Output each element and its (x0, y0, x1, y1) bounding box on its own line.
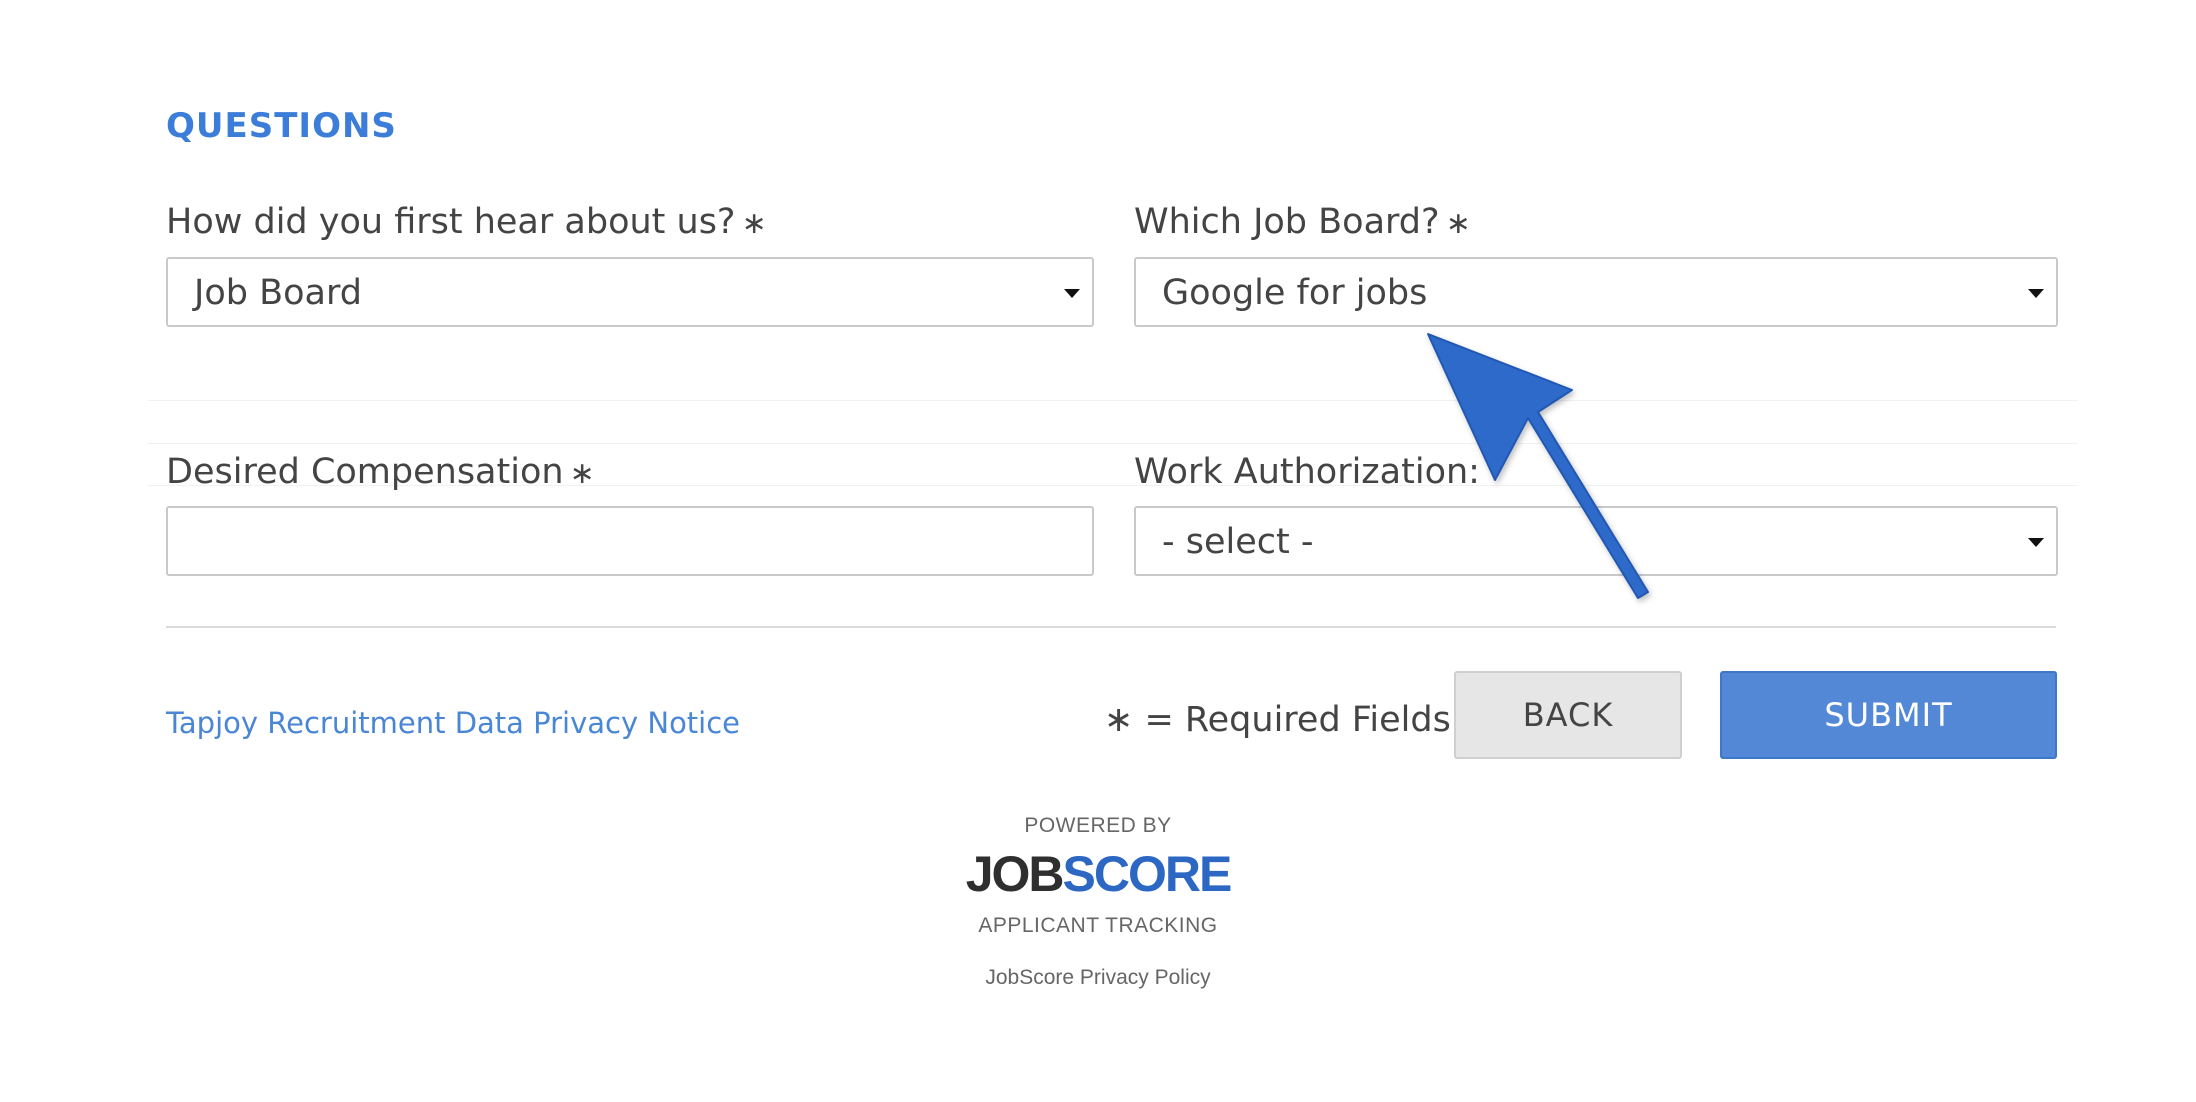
jobscore-logo[interactable]: JOBSCORE (0, 844, 2196, 904)
privacy-notice-link[interactable]: Tapjoy Recruitment Data Privacy Notice (166, 706, 740, 740)
job-board-value: Google for jobs (1162, 273, 1428, 313)
back-button[interactable]: BACK (1454, 671, 1682, 759)
compensation-label: Desired Compensation ∗ (166, 452, 595, 492)
compensation-label-text: Desired Compensation (166, 452, 564, 492)
chevron-down-icon (2028, 289, 2044, 298)
row-separator (148, 443, 2078, 444)
form-divider (166, 626, 2056, 628)
required-mark: ∗ (569, 456, 595, 491)
job-board-label-text: Which Job Board? (1134, 202, 1440, 242)
arrow-pointer-icon (1427, 333, 1649, 599)
required-mark: ∗ (1445, 206, 1471, 241)
hear-about-label: How did you first hear about us? ∗ (166, 202, 767, 242)
chevron-down-icon (2028, 538, 2044, 547)
work-auth-value: - select - (1162, 522, 1314, 562)
hear-about-value: Job Board (194, 273, 362, 313)
required-mark: ∗ (741, 206, 767, 241)
jobscore-privacy-link[interactable]: JobScore Privacy Policy (0, 966, 2196, 990)
section-title: QUESTIONS (166, 106, 397, 146)
chevron-down-icon (1064, 289, 1080, 298)
logo-score: SCORE (1062, 846, 1233, 902)
applicant-tracking-tagline: APPLICANT TRACKING (978, 914, 1218, 937)
application-form-page: QUESTIONS How did you first hear about u… (0, 0, 2196, 1102)
job-board-label: Which Job Board? ∗ (1134, 202, 1471, 242)
row-separator (148, 400, 2078, 401)
hear-about-label-text: How did you first hear about us? (166, 202, 736, 242)
hear-about-select[interactable]: Job Board (166, 257, 1094, 327)
powered-by-text: POWERED BY (1024, 814, 1172, 837)
required-fields-note: ∗ = Required Fields (1104, 700, 1451, 740)
compensation-input[interactable] (166, 506, 1094, 576)
job-board-select[interactable]: Google for jobs (1134, 257, 2058, 327)
submit-button[interactable]: SUBMIT (1720, 671, 2057, 759)
logo-job: JOB (965, 846, 1065, 902)
